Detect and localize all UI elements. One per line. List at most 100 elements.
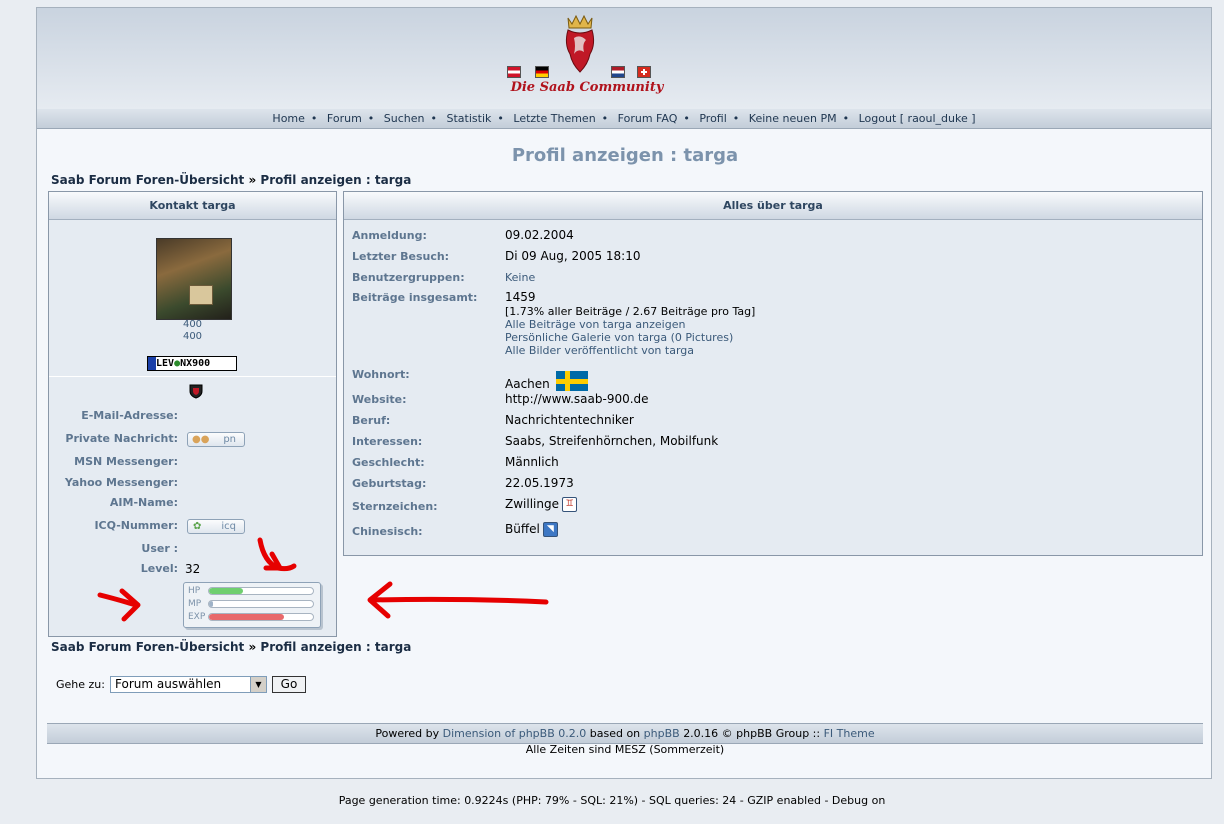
about-value-interests: Saabs, Streifenhörnchen, Mobilfunk — [505, 434, 719, 448]
about-value-posts: 1459 — [505, 290, 536, 304]
about-value-groups: Keine — [505, 271, 536, 284]
about-label-zodiac: Sternzeichen: — [352, 500, 438, 513]
avatar-number-1: 400 — [182, 319, 203, 330]
site-header: Die Saab Community — [37, 8, 1211, 110]
dimension-link[interactable]: Dimension of phpBB 0.2.0 — [443, 727, 587, 740]
divider — [49, 376, 336, 377]
dropdown-arrow-icon[interactable]: ▼ — [250, 677, 266, 692]
avatar-number-2: 400 — [182, 331, 203, 342]
level-value: 32 — [185, 562, 201, 576]
breadcrumb-current: Profil anzeigen : targa — [260, 173, 412, 187]
breadcrumb-home-link-bottom[interactable]: Saab Forum Foren-Übersicht — [51, 640, 244, 654]
about-label-location: Wohnort: — [352, 368, 410, 381]
about-label-interests: Interessen: — [352, 435, 423, 448]
posts-percentage: [1.73% aller Beiträge / 2.67 Beiträge pr… — [505, 305, 756, 318]
theme-link[interactable]: FI Theme — [824, 727, 875, 740]
rpg-stats-box: HP MP EXP — [183, 582, 321, 628]
exp-label: EXP — [188, 612, 206, 622]
nav-profile[interactable]: Profil — [699, 112, 726, 125]
pm-button[interactable]: ●● pn — [187, 432, 245, 447]
about-label-website: Website: — [352, 393, 407, 406]
flag-austria-icon — [507, 66, 521, 78]
annotation-arrow-down-icon — [257, 537, 297, 572]
breadcrumb-top: Saab Forum Foren-Übersicht » Profil anze… — [51, 173, 412, 187]
about-value-gender: Männlich — [505, 455, 559, 469]
breadcrumb-current-bottom: Profil anzeigen : targa — [260, 640, 412, 654]
mp-label: MP — [188, 599, 202, 609]
about-value-registered: 09.02.2004 — [505, 228, 574, 242]
nav-search[interactable]: Suchen — [384, 112, 425, 125]
gemini-icon: ♊ — [561, 497, 577, 512]
about-panel-heading: Alles über targa — [344, 192, 1202, 220]
mp-bar — [208, 600, 314, 608]
about-value-zodiac: Zwillinge ♊ — [505, 497, 577, 512]
footer-bar: Powered by Dimension of phpBB 0.2.0 base… — [47, 723, 1203, 744]
site-logo[interactable]: Die Saab Community — [507, 14, 667, 106]
contact-panel-heading: Kontakt targa — [49, 192, 336, 220]
icq-button[interactable]: ✿ icq — [187, 519, 245, 534]
about-label-birthday: Geburtstag: — [352, 477, 427, 490]
flag-switzerland-icon — [637, 66, 651, 78]
nav-forum[interactable]: Forum — [327, 112, 362, 125]
about-value-occupation: Nachrichtentechniker — [505, 413, 634, 427]
avatar-sign — [189, 285, 213, 305]
icq-label: ICQ-Nummer: — [94, 519, 178, 532]
go-button[interactable]: Go — [272, 676, 306, 693]
users-icon: ●● — [192, 434, 210, 445]
flag-germany-icon — [535, 66, 549, 78]
nav-faq[interactable]: Forum FAQ — [618, 112, 678, 125]
level-label: Level: — [140, 562, 178, 575]
nav-latest-topics[interactable]: Letzte Themen — [513, 112, 595, 125]
logo-text: Die Saab Community — [510, 80, 664, 95]
mp-bar-fill — [209, 601, 214, 607]
about-label-occupation: Beruf: — [352, 414, 391, 427]
about-value-location: Aachen — [505, 371, 588, 391]
forum-jump-select[interactable]: Forum auswählen ▼ — [110, 676, 267, 693]
flag-sweden-icon — [555, 371, 588, 391]
breadcrumb-home-link[interactable]: Saab Forum Foren-Übersicht — [51, 173, 244, 187]
exp-bar-fill — [209, 614, 284, 620]
timezone-note: Alle Zeiten sind MESZ (Sommerzeit) — [525, 743, 725, 756]
page-title: Profil anzeigen : targa — [511, 145, 739, 166]
aim-label: AIM-Name: — [109, 496, 178, 509]
email-label: E-Mail-Adresse: — [81, 409, 178, 422]
annotation-arrow-left-icon — [367, 581, 549, 619]
link-all-images[interactable]: Alle Bilder veröffentlicht von targa — [505, 344, 694, 357]
plate-right-text: NX900 — [180, 358, 211, 369]
user-avatar — [156, 238, 232, 320]
pm-label: Private Nachricht: — [65, 432, 178, 445]
exp-bar — [208, 613, 314, 621]
nav-home[interactable]: Home — [272, 112, 304, 125]
about-label-chinese: Chinesisch: — [352, 525, 423, 538]
link-gallery[interactable]: Persönliche Galerie von targa (0 Picture… — [505, 331, 733, 344]
about-label-gender: Geschlecht: — [352, 456, 425, 469]
about-label-last-visit: Letzter Besuch: — [352, 250, 450, 263]
nav-private-messages[interactable]: Keine neuen PM — [749, 112, 837, 125]
ox-icon: ◥ — [542, 522, 558, 537]
yahoo-label: Yahoo Messenger: — [64, 476, 178, 489]
hp-label: HP — [188, 586, 201, 596]
link-all-posts[interactable]: Alle Beiträge von targa anzeigen — [505, 318, 685, 331]
page-generation-info: Page generation time: 0.9224s (PHP: 79% … — [338, 794, 886, 807]
main-nav: Home • Forum • Suchen • Statistik • Letzte T… — [37, 109, 1211, 129]
msn-label: MSN Messenger: — [74, 455, 178, 468]
license-plate: LEV●NX900 — [147, 356, 237, 371]
breadcrumb-bottom: Saab Forum Foren-Übersicht » Profil anze… — [51, 640, 412, 654]
griffin-crest-icon — [565, 14, 595, 73]
phpbb-link[interactable]: phpBB — [644, 727, 680, 740]
plate-left-text: LEV — [156, 358, 175, 369]
about-panel: Alles über targa Anmeldung: 09.02.2004 L… — [343, 191, 1203, 556]
about-label-posts: Beiträge insgesamt: — [352, 291, 478, 304]
about-value-website[interactable]: http://www.saab-900.de — [505, 392, 649, 406]
nav-statistics[interactable]: Statistik — [447, 112, 492, 125]
about-value-last-visit: Di 09 Aug, 2005 18:10 — [505, 249, 641, 263]
flag-netherlands-icon — [611, 66, 625, 78]
hp-bar-fill — [209, 588, 244, 594]
about-label-registered: Anmeldung: — [352, 229, 427, 242]
about-label-groups: Benutzergruppen: — [352, 271, 465, 284]
nav-logout[interactable]: Logout [ raoul_duke ] — [859, 112, 976, 125]
hp-bar — [208, 587, 314, 595]
page-frame: Die Saab Community Home • Forum • Suchen • … — [36, 7, 1212, 779]
user-label: User : — [141, 542, 178, 555]
icq-flower-icon: ✿ — [193, 521, 202, 532]
